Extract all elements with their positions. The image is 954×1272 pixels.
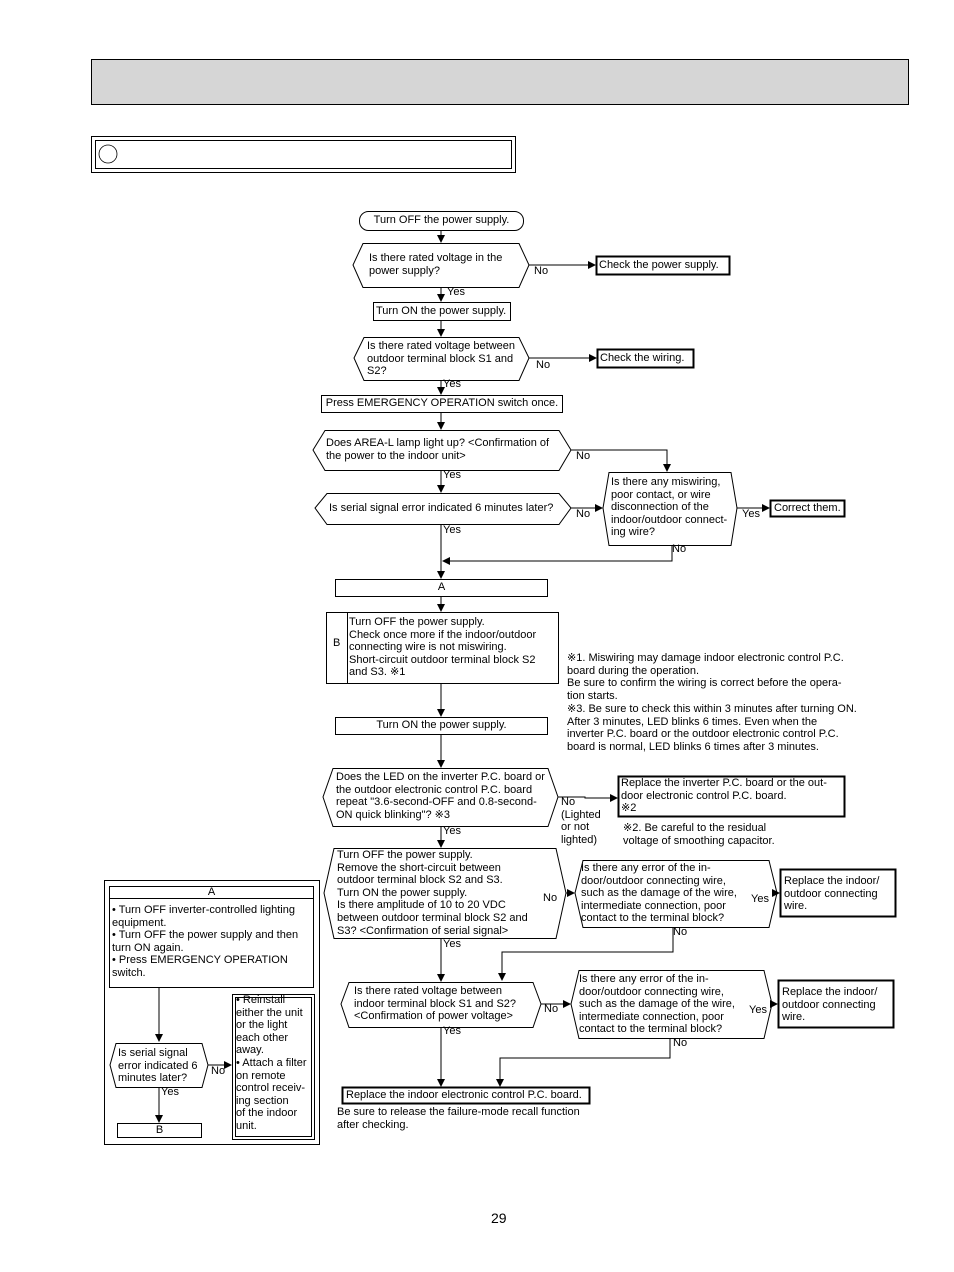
start-terminal: Turn OFF the power supply. bbox=[373, 214, 510, 226]
turn-on-power-box: Turn ON the power supply. bbox=[376, 305, 507, 317]
replace-wire-box-2: Replace the indoor/ outdoor connecting w… bbox=[782, 986, 878, 1024]
check-power-supply-box: Check the power supply. bbox=[599, 259, 719, 271]
no-label: No bbox=[672, 543, 687, 555]
decision-led-blinking: Does the LED on the inverter P.C. board … bbox=[336, 771, 545, 821]
decision-serial-signal: Is serial signal error indicated 6 minut… bbox=[329, 502, 554, 514]
yes-label: Yes bbox=[443, 1025, 461, 1037]
side-a-title: A bbox=[207, 886, 216, 898]
yes-label: Yes bbox=[443, 825, 461, 837]
yes-label: Yes bbox=[443, 378, 461, 390]
correct-them-box: Correct them. bbox=[774, 502, 841, 514]
no-label: No bbox=[576, 508, 591, 520]
side-decision-serial: Is serial signal error indicated 6 minut… bbox=[118, 1047, 198, 1085]
manual-page: Turn OFF the power supply. Is there rate… bbox=[0, 0, 954, 1272]
no-label: No bbox=[673, 926, 688, 938]
press-emergency-box: Press EMERGENCY OPERATION switch once. bbox=[325, 397, 559, 409]
no-label: No bbox=[544, 1003, 559, 1015]
decision-voltage-s1-s2: Is there rated voltage between outdoor t… bbox=[367, 340, 515, 378]
no-label: No bbox=[536, 359, 551, 371]
note-3: ※3. Be sure to check this within 3 minut… bbox=[567, 703, 857, 753]
connector-a-box: A bbox=[437, 581, 446, 593]
replace-indoor-board-box: Replace the indoor electronic control P.… bbox=[346, 1089, 582, 1101]
check-miswiring-box: Turn OFF the power supply. Check once mo… bbox=[349, 616, 537, 679]
check-wiring-box: Check the wiring. bbox=[600, 352, 685, 364]
yes-label: Yes bbox=[161, 1086, 179, 1098]
decision-miswiring: Is there any miswiring, poor contact, or… bbox=[611, 476, 728, 539]
side-remedy-box: • Reinstall either the unit or the light… bbox=[236, 994, 307, 1132]
title-box-outer bbox=[91, 136, 516, 173]
yes-label: Yes bbox=[443, 938, 461, 950]
circle-marker-icon bbox=[98, 144, 118, 164]
final-note: Be sure to release the failure-mode reca… bbox=[337, 1106, 580, 1131]
decision-wire-error-1: Is there any error of the in- door/outdo… bbox=[581, 862, 737, 925]
page-number: 29 bbox=[491, 1210, 507, 1226]
no-label: No bbox=[543, 892, 558, 904]
side-a-steps: • Turn OFF inverter-controlled lighting … bbox=[112, 904, 299, 979]
decision-wire-error-2: Is there any error of the in- door/outdo… bbox=[579, 973, 735, 1036]
no-lighted-label: No (Lighted or not lighted) bbox=[561, 796, 601, 846]
connector-b-label: B bbox=[333, 637, 341, 649]
note-1: ※1. Miswiring may damage indoor electron… bbox=[567, 652, 844, 702]
no-label: No bbox=[534, 265, 549, 277]
decision-indoor-voltage: Is there rated voltage between indoor te… bbox=[354, 985, 517, 1023]
decision-area-l-lamp: Does AREA-L lamp light up? <Confirmation… bbox=[326, 437, 550, 462]
no-label: No bbox=[211, 1065, 226, 1077]
yes-label: Yes bbox=[749, 1004, 767, 1016]
decision-rated-voltage-supply: Is there rated voltage in the power supp… bbox=[369, 252, 503, 277]
turn-on-power-box-2: Turn ON the power supply. bbox=[376, 719, 507, 731]
yes-label: Yes bbox=[443, 524, 461, 536]
no-label: No bbox=[576, 450, 591, 462]
note-2: ※2. Be careful to the residual voltage o… bbox=[623, 822, 775, 847]
yes-label: Yes bbox=[447, 286, 465, 298]
yes-label: Yes bbox=[742, 508, 760, 520]
yes-label: Yes bbox=[751, 893, 769, 905]
side-b-box: B bbox=[155, 1124, 164, 1136]
no-label: No bbox=[673, 1037, 688, 1049]
section-header-bar bbox=[91, 59, 909, 105]
replace-inverter-box: Replace the inverter P.C. board or the o… bbox=[621, 777, 827, 815]
replace-wire-box-1: Replace the indoor/ outdoor connecting w… bbox=[784, 875, 880, 913]
yes-label: Yes bbox=[443, 469, 461, 481]
decision-serial-amplitude: Turn OFF the power supply. Remove the sh… bbox=[337, 849, 528, 937]
